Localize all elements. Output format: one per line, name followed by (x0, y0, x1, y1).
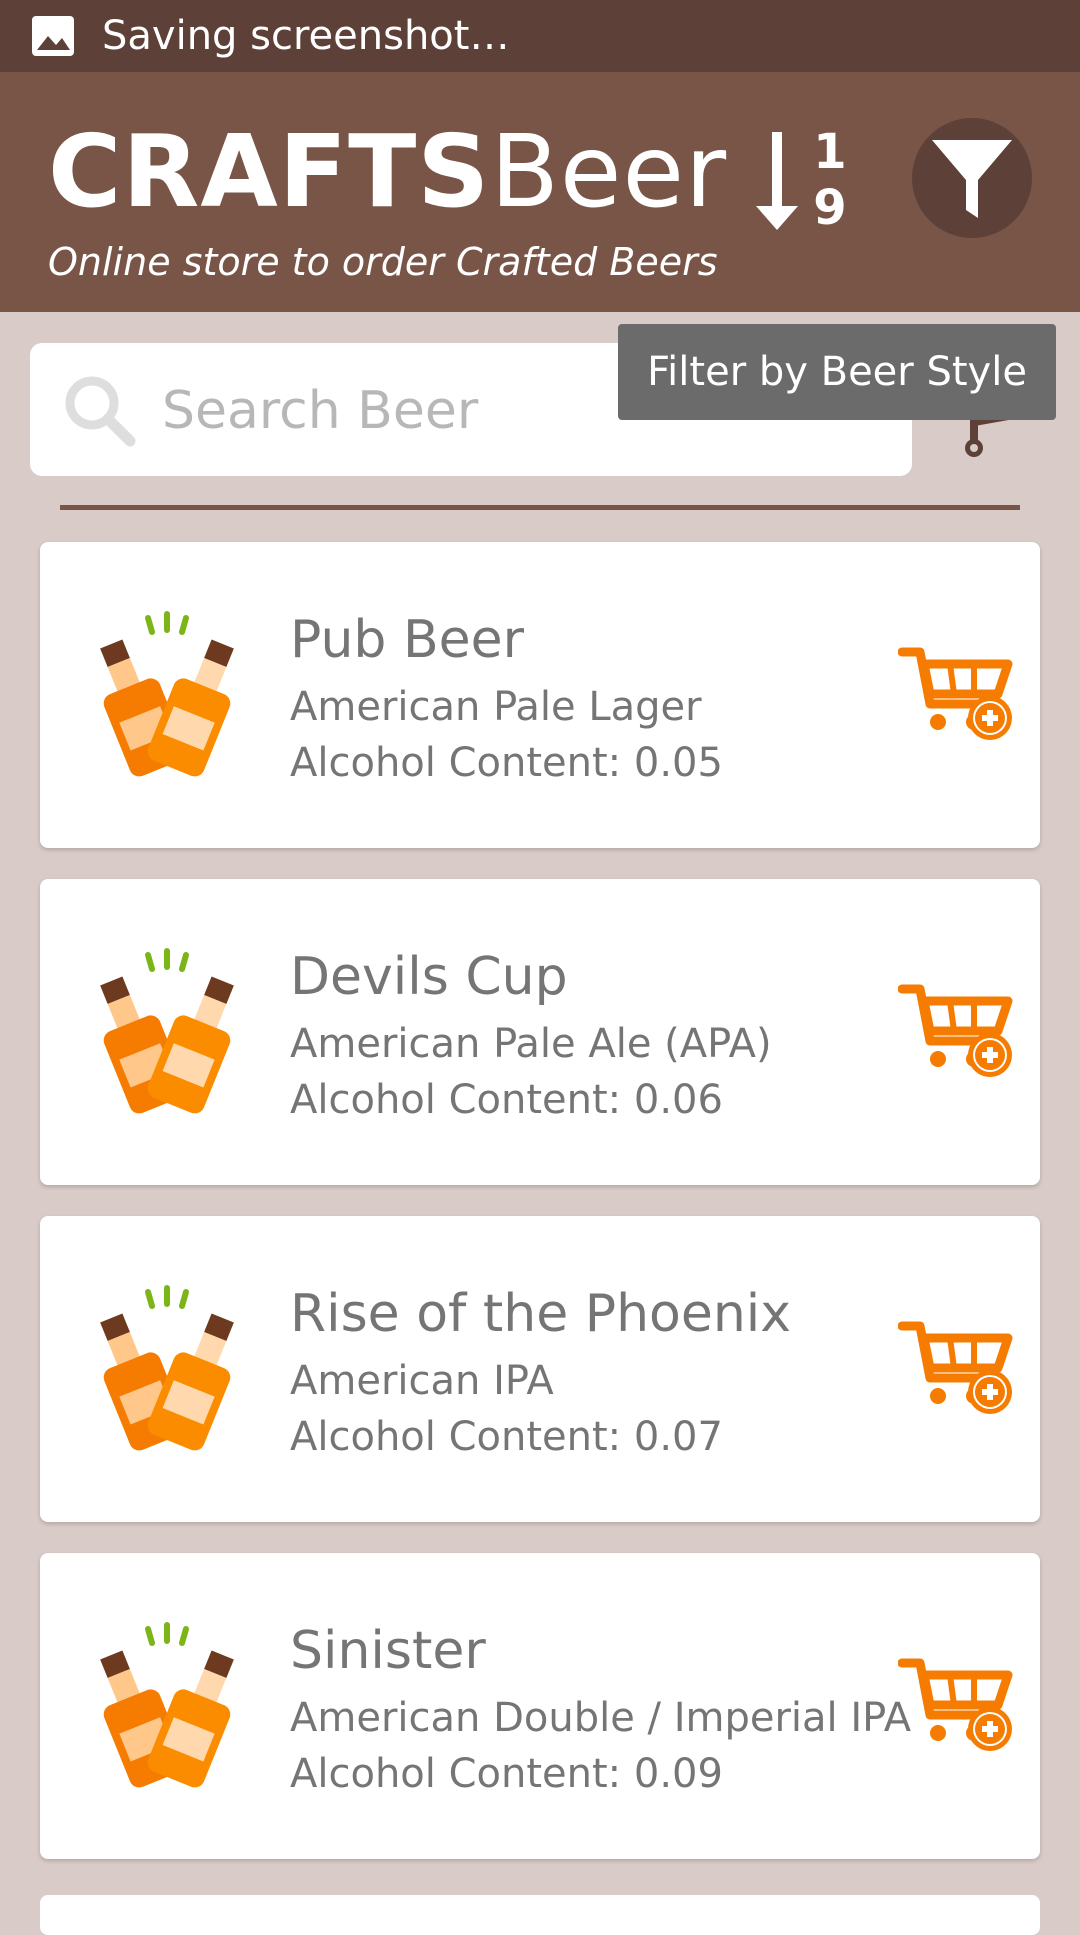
search-input[interactable]: Search Beer (162, 381, 478, 441)
beer-list: Pub Beer American Pale Lager Alcohol Con… (40, 542, 1040, 1890)
status-bar: Saving screenshot… (0, 0, 1080, 72)
add-to-cart-icon[interactable] (898, 979, 1014, 1079)
sort-button[interactable]: 1 9 (752, 124, 862, 248)
filter-button[interactable] (912, 118, 1032, 238)
beer-name: Rise of the Phoenix (290, 1284, 792, 1344)
beer-bottles-icon (100, 948, 234, 1114)
sort-digit-bottom: 9 (813, 180, 846, 236)
add-to-cart-icon[interactable] (898, 642, 1014, 742)
beer-card[interactable]: Sinister American Double / Imperial IPA … (40, 1553, 1040, 1859)
divider (60, 505, 1020, 510)
beer-name: Sinister (290, 1621, 486, 1681)
beer-alcohol: Alcohol Content: 0.07 (290, 1414, 723, 1460)
image-icon (32, 16, 74, 56)
beer-bottles-icon (100, 611, 234, 777)
beer-bottles-icon (100, 1622, 234, 1788)
beer-card[interactable]: Rise of the Phoenix American IPA Alcohol… (40, 1216, 1040, 1522)
beer-style: American IPA (290, 1358, 554, 1404)
beer-style: American Pale Lager (290, 684, 702, 730)
status-text: Saving screenshot… (102, 13, 510, 59)
app-subtitle: Online store to order Crafted Beers (48, 240, 718, 284)
brand-bold: CRAFTS (48, 113, 491, 230)
add-to-cart-icon[interactable] (898, 1316, 1014, 1416)
beer-card[interactable]: Devils Cup American Pale Ale (APA) Alcoh… (40, 879, 1040, 1185)
app-bar: CRAFTSBeer Online store to order Crafted… (0, 72, 1080, 312)
add-to-cart-icon[interactable] (898, 1653, 1014, 1753)
beer-card-partial[interactable] (40, 1895, 1040, 1935)
beer-alcohol: Alcohol Content: 0.05 (290, 740, 723, 786)
brand-title: CRAFTSBeer (48, 122, 727, 222)
brand-light: Beer (490, 113, 728, 230)
search-icon (65, 376, 136, 447)
beer-name: Devils Cup (290, 947, 568, 1007)
sort-numeric-down-icon: 1 9 (756, 124, 847, 236)
sort-digit-top: 1 (813, 128, 846, 180)
beer-alcohol: Alcohol Content: 0.09 (290, 1751, 723, 1797)
beer-name: Pub Beer (290, 610, 524, 670)
filter-tooltip: Filter by Beer Style (618, 324, 1056, 420)
filter-icon (932, 140, 1012, 218)
beer-bottles-icon (100, 1285, 234, 1451)
beer-style: American Double / Imperial IPA (290, 1695, 912, 1741)
beer-alcohol: Alcohol Content: 0.06 (290, 1077, 723, 1123)
beer-card[interactable]: Pub Beer American Pale Lager Alcohol Con… (40, 542, 1040, 848)
beer-style: American Pale Ale (APA) (290, 1021, 772, 1067)
